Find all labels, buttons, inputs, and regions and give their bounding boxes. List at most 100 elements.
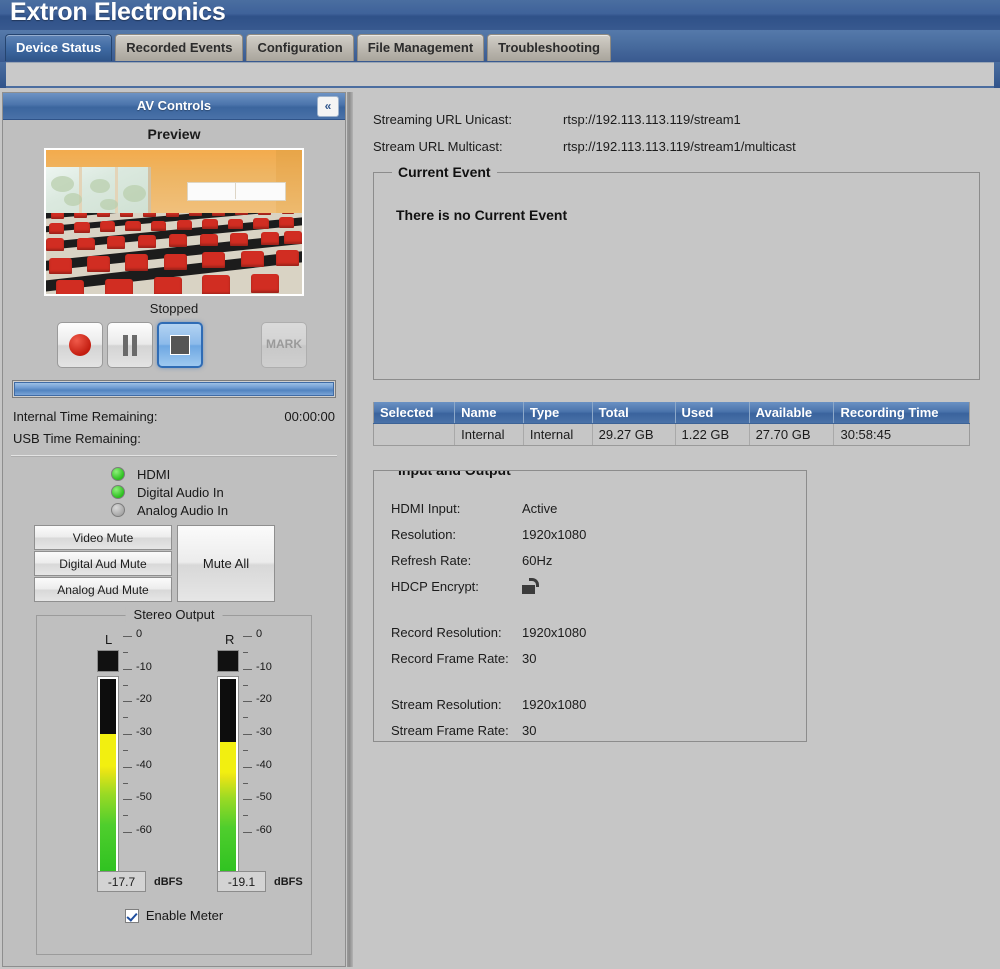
recording-progress-fill — [14, 382, 334, 396]
meter-value-row-right: -19.1 dBFS — [217, 871, 303, 892]
tab-configuration[interactable]: Configuration — [246, 34, 353, 61]
hdmi-input-value: Active — [522, 501, 557, 516]
meter-tick-minor — [243, 717, 248, 718]
usb-time-label: USB Time Remaining: — [13, 428, 141, 450]
video-mute-button[interactable]: Video Mute — [34, 525, 172, 550]
stream-resolution-label: Stream Resolution: — [391, 697, 522, 712]
current-event-panel: Current Event There is no Current Event — [373, 172, 980, 380]
refresh-rate-label: Refresh Rate: — [391, 553, 522, 568]
level-meter-headroom-left — [100, 679, 116, 734]
analog-audio-mute-button[interactable]: Analog Aud Mute — [34, 577, 172, 602]
meter-tick — [243, 767, 252, 768]
storage-table-header-row: Selected Name Type Total Used Available … — [374, 402, 970, 424]
meter-value-left: -17.7 — [97, 871, 146, 892]
meter-tick — [123, 799, 132, 800]
internal-time-value: 00:00:00 — [284, 406, 335, 428]
internal-time-row: Internal Time Remaining: 00:00:00 — [13, 406, 335, 428]
internal-time-label: Internal Time Remaining: — [13, 406, 158, 428]
meter-tick-minor — [243, 685, 248, 686]
mute-all-button[interactable]: Mute All — [177, 525, 275, 602]
meter-tick-label: -20 — [136, 693, 152, 705]
column-selected[interactable]: Selected — [374, 402, 455, 424]
device-status-content: Streaming URL Unicast: rtsp://192.113.11… — [355, 92, 998, 967]
streaming-url-unicast-row: Streaming URL Unicast: rtsp://192.113.11… — [373, 112, 998, 127]
meter-tick-label: -30 — [256, 726, 272, 738]
collapse-panel-icon[interactable]: « — [317, 96, 339, 117]
meter-tick — [123, 669, 132, 670]
meter-tick-label: -60 — [256, 824, 272, 836]
meter-tick-minor — [123, 717, 128, 718]
stop-button[interactable] — [157, 322, 203, 368]
meter-tick — [243, 799, 252, 800]
stream-resolution-value: 1920x1080 — [522, 697, 586, 712]
tab-file-management[interactable]: File Management — [357, 34, 484, 61]
mute-button-group: Video Mute Digital Aud Mute Analog Aud M… — [3, 525, 345, 605]
meter-tick-label: 0 — [256, 628, 262, 640]
tab-troubleshooting[interactable]: Troubleshooting — [487, 34, 611, 61]
cell-total: 29.27 GB — [592, 424, 675, 446]
meter-tick — [123, 701, 132, 702]
mark-button-label: MARK — [262, 337, 306, 351]
level-meter-left — [97, 676, 119, 876]
current-event-message: There is no Current Event — [396, 207, 979, 223]
preview-label: Preview — [3, 126, 345, 142]
enable-meter-checkbox[interactable] — [125, 909, 139, 923]
brand-name: Extron Electronics — [10, 0, 226, 27]
hdmi-input-label: HDMI Input: — [391, 501, 522, 516]
column-recording-time[interactable]: Recording Time — [834, 402, 970, 424]
meter-tick-label: -60 — [136, 824, 152, 836]
record-frame-rate-label: Record Frame Rate: — [391, 651, 522, 666]
clip-indicator-left — [97, 650, 119, 672]
current-event-legend: Current Event — [392, 164, 497, 180]
meter-channel-right: R 0-10-20-30-40-50-60 — [199, 632, 289, 876]
meter-tick-minor — [123, 783, 128, 784]
table-row[interactable]: Internal Internal 29.27 GB 1.22 GB 27.70… — [374, 424, 970, 446]
hdmi-input-row: HDMI Input: Active — [391, 495, 806, 521]
record-button[interactable] — [57, 322, 103, 368]
resolution-value: 1920x1080 — [522, 527, 586, 542]
digital-audio-status-led-icon — [111, 485, 125, 499]
column-total[interactable]: Total — [592, 402, 675, 424]
tab-device-status[interactable]: Device Status — [5, 34, 112, 61]
panel-divider — [347, 92, 353, 967]
cell-selected[interactable] — [374, 424, 455, 446]
input-output-legend: Input and Output — [392, 470, 517, 478]
meter-tick-label: -30 — [136, 726, 152, 738]
tab-list: Device Status Recorded Events Configurat… — [5, 34, 611, 61]
recording-progress-bar — [12, 380, 336, 398]
transport-controls: MARK — [3, 322, 345, 372]
enable-meter-label: Enable Meter — [146, 908, 223, 923]
av-controls-title: AV Controls — [3, 93, 345, 119]
level-meter-headroom-right — [220, 679, 236, 742]
clip-indicator-right — [217, 650, 239, 672]
meter-scale-right: 0-10-20-30-40-50-60 — [243, 636, 289, 836]
preview-image — [44, 148, 304, 296]
meter-tick — [243, 636, 252, 637]
meter-tick-minor — [243, 750, 248, 751]
mark-button[interactable]: MARK — [261, 322, 307, 368]
meter-tick-label: 0 — [136, 628, 142, 640]
column-used[interactable]: Used — [675, 402, 749, 424]
pause-button[interactable] — [107, 322, 153, 368]
record-frame-rate-row: Record Frame Rate: 30 — [391, 645, 806, 671]
column-available[interactable]: Available — [749, 402, 834, 424]
tab-recorded-events[interactable]: Recorded Events — [115, 34, 243, 61]
meter-tick-minor — [123, 815, 128, 816]
digital-audio-mute-button[interactable]: Digital Aud Mute — [34, 551, 172, 576]
stereo-output-legend: Stereo Output — [126, 607, 223, 622]
meter-value-row-left: -17.7 dBFS — [97, 871, 183, 892]
hdcp-encrypt-label: HDCP Encrypt: — [391, 579, 522, 594]
column-type[interactable]: Type — [523, 402, 592, 424]
pause-icon — [122, 335, 138, 356]
meter-tick-label: -40 — [136, 759, 152, 771]
cell-available: 27.70 GB — [749, 424, 834, 446]
streaming-url-unicast-value: rtsp://192.113.113.119/stream1 — [563, 112, 741, 127]
meter-tick-label: -40 — [256, 759, 272, 771]
hdmi-status-led-icon — [111, 467, 125, 481]
meter-tick — [123, 636, 132, 637]
column-name[interactable]: Name — [455, 402, 524, 424]
record-resolution-label: Record Resolution: — [391, 625, 522, 640]
time-remaining-group: Internal Time Remaining: 00:00:00 USB Ti… — [13, 406, 335, 450]
meter-tick — [243, 734, 252, 735]
meter-tick — [123, 832, 132, 833]
